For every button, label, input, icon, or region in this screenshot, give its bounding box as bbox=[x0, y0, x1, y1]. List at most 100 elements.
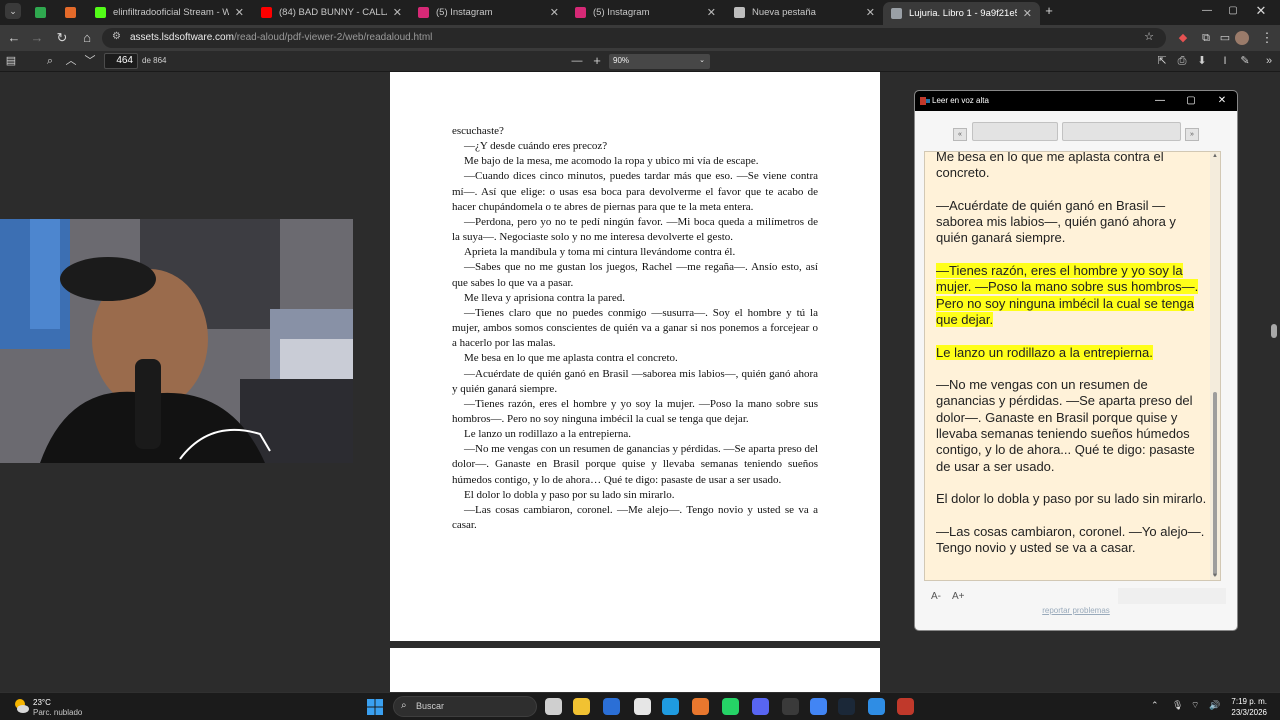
browser-tab[interactable] bbox=[27, 3, 55, 22]
maximize-window-button[interactable]: ▢ bbox=[1224, 2, 1242, 20]
print-icon[interactable]: ⎙ bbox=[1174, 53, 1190, 69]
browser-tab[interactable]: (5) Instagram ✕ bbox=[567, 3, 724, 22]
find-icon[interactable]: ⌕ bbox=[42, 53, 58, 69]
browser-tab[interactable]: (5) Instagram ✕ bbox=[410, 3, 567, 22]
read-aloud-app-icon bbox=[920, 97, 930, 105]
file-explorer-icon[interactable] bbox=[573, 698, 590, 715]
browser-tab[interactable] bbox=[57, 3, 83, 22]
read-aloud-icon[interactable] bbox=[897, 698, 914, 715]
chevron-up-icon[interactable]: ⌃ bbox=[1151, 700, 1159, 711]
task-view-icon[interactable] bbox=[545, 698, 562, 715]
report-problems-link[interactable]: reportar problemas bbox=[915, 606, 1237, 615]
next-page-icon[interactable]: ﹀ bbox=[82, 53, 98, 69]
text-cursor-icon[interactable]: I bbox=[1217, 53, 1233, 69]
whatsapp-icon[interactable] bbox=[722, 698, 739, 715]
taskbar-search[interactable]: ⌕ Buscar bbox=[393, 696, 537, 717]
capcut-icon[interactable] bbox=[634, 698, 651, 715]
page-paragraph: —Cuando dices cinco minutos, puedes tard… bbox=[452, 170, 818, 213]
zoom-select[interactable]: 90% ⌄ bbox=[609, 54, 710, 69]
zoom-value: 90% bbox=[613, 56, 630, 65]
page-paragraph: —Perdona, pero yo no te pedí ningún favo… bbox=[452, 215, 818, 244]
microphone-icon[interactable]: 🎙 bbox=[1172, 700, 1183, 711]
close-window-button[interactable]: ✕ bbox=[1252, 2, 1270, 20]
scrollbar-thumb[interactable] bbox=[1213, 392, 1217, 576]
tab-close-icon[interactable]: ✕ bbox=[550, 6, 559, 19]
minimize-window-button[interactable]: — bbox=[1198, 2, 1216, 20]
profile-avatar[interactable] bbox=[1235, 31, 1249, 45]
extensions-puzzle-icon[interactable]: ⧉ bbox=[1197, 29, 1215, 47]
chrome-icon[interactable] bbox=[810, 698, 827, 715]
forward-button[interactable]: » bbox=[1185, 128, 1199, 141]
site-info-icon[interactable]: ⚙ bbox=[112, 31, 121, 42]
extension-icon[interactable]: ◆ bbox=[1174, 29, 1192, 47]
download-icon[interactable]: ⬇ bbox=[1194, 53, 1210, 69]
weather-temp: 23°C bbox=[33, 698, 51, 707]
tab-close-icon[interactable]: ✕ bbox=[235, 6, 244, 19]
clock[interactable]: 7:19 p. m. 23/3/2026 bbox=[1227, 696, 1267, 718]
weather-widget[interactable]: 23°C Parc. nublado bbox=[12, 697, 82, 718]
close-icon[interactable]: ✕ bbox=[1214, 93, 1230, 109]
font-increase-button[interactable]: A+ bbox=[952, 591, 965, 602]
font-decrease-button[interactable]: A- bbox=[931, 591, 941, 602]
back-icon[interactable]: ← bbox=[5, 29, 23, 47]
volume-icon[interactable]: 🔊 bbox=[1209, 700, 1220, 711]
tab-search-button[interactable]: ⌄ bbox=[5, 3, 21, 19]
tab-close-icon[interactable]: ✕ bbox=[393, 6, 402, 19]
sidebar-toggle-icon[interactable]: ▤ bbox=[3, 53, 19, 69]
browser-tab[interactable]: elinfiltradooficial Stream - Wat ✕ bbox=[87, 3, 252, 22]
read-aloud-text-panel: Me besa en lo que me aplasta contra el c… bbox=[924, 151, 1221, 581]
scroll-up-icon[interactable]: ▲ bbox=[1211, 153, 1219, 159]
pdf-next-page bbox=[390, 648, 880, 698]
tab-favicon-icon bbox=[65, 7, 76, 18]
tab-favicon-icon bbox=[891, 8, 902, 19]
new-tab-button[interactable]: + bbox=[1040, 2, 1058, 20]
browser-tab[interactable]: (84) BAD BUNNY - CALLAÍTA (C ✕ bbox=[253, 3, 410, 22]
read-aloud-title: Leer en voz alta bbox=[932, 96, 989, 105]
steam-icon[interactable] bbox=[838, 698, 855, 715]
read-aloud-scrollbar[interactable]: ▲ ▼ bbox=[1210, 152, 1220, 580]
page-number-input[interactable]: 464 bbox=[104, 53, 138, 69]
discord-icon[interactable] bbox=[752, 698, 769, 715]
bookmark-star-icon[interactable]: ☆ bbox=[1144, 30, 1154, 43]
maximize-icon[interactable]: ▢ bbox=[1183, 93, 1199, 109]
obs-icon[interactable] bbox=[782, 698, 799, 715]
wifi-icon[interactable]: ⌔ bbox=[1191, 700, 1199, 711]
more-tools-icon[interactable]: » bbox=[1261, 53, 1277, 69]
tab-favicon-icon bbox=[35, 7, 46, 18]
sidebar-icon[interactable]: ▭ bbox=[1216, 29, 1234, 47]
edge-icon[interactable] bbox=[662, 698, 679, 715]
tab-title: Lujuria. Libro 1 - 9a9f21e5-01d bbox=[909, 8, 1017, 19]
page-paragraph: Me besa en lo que me aplasta contra el c… bbox=[464, 352, 678, 365]
browser-tab[interactable]: Lujuria. Libro 1 - 9a9f21e5-01d ✕ bbox=[883, 2, 1040, 25]
stop-button[interactable] bbox=[1062, 122, 1181, 141]
tab-favicon-icon bbox=[95, 7, 106, 18]
firefox-icon[interactable] bbox=[692, 698, 709, 715]
open-file-icon[interactable]: ⇱ bbox=[1154, 53, 1170, 69]
read-aloud-paragraph: —Acuérdate de quién ganó en Brasil —sabo… bbox=[936, 198, 1208, 247]
scroll-down-icon[interactable]: ▼ bbox=[1211, 573, 1219, 579]
menu-icon[interactable]: ⋮ bbox=[1258, 29, 1276, 47]
windows-start-icon[interactable] bbox=[367, 699, 383, 715]
pdf-toolbar: ▤ ⌕ ︿ ﹀ 464 de 864 — + 90% ⌄ ⇱ ⎙ ⬇ I ✎ » bbox=[0, 51, 1280, 72]
browser-tab[interactable]: Nueva pestaña ✕ bbox=[726, 3, 883, 22]
minimize-icon[interactable]: — bbox=[1152, 93, 1168, 109]
reload-icon[interactable]: ↻ bbox=[53, 29, 71, 47]
tab-close-icon[interactable]: ✕ bbox=[866, 6, 875, 19]
draw-icon[interactable]: ✎ bbox=[1237, 53, 1253, 69]
photos-icon[interactable] bbox=[868, 698, 885, 715]
tab-close-icon[interactable]: ✕ bbox=[707, 6, 716, 19]
play-pause-button[interactable] bbox=[972, 122, 1058, 141]
store-icon[interactable] bbox=[603, 698, 620, 715]
tab-close-icon[interactable]: ✕ bbox=[1023, 7, 1032, 20]
zoom-in-button[interactable]: + bbox=[589, 53, 605, 69]
tab-favicon-icon bbox=[734, 7, 745, 18]
home-icon[interactable]: ⌂ bbox=[78, 29, 96, 47]
forward-icon[interactable]: → bbox=[28, 29, 46, 47]
rewind-button[interactable]: « bbox=[953, 128, 967, 141]
tab-title: (84) BAD BUNNY - CALLAÍTA (C bbox=[279, 7, 387, 18]
document-scrollbar[interactable] bbox=[1271, 324, 1277, 338]
previous-page-icon[interactable]: ︿ bbox=[63, 53, 79, 69]
url-input[interactable]: ⚙ assets.lsdsoftware.com/read-aloud/pdf-… bbox=[102, 28, 1166, 48]
zoom-out-button[interactable]: — bbox=[569, 53, 585, 69]
tab-title: (5) Instagram bbox=[593, 7, 650, 18]
